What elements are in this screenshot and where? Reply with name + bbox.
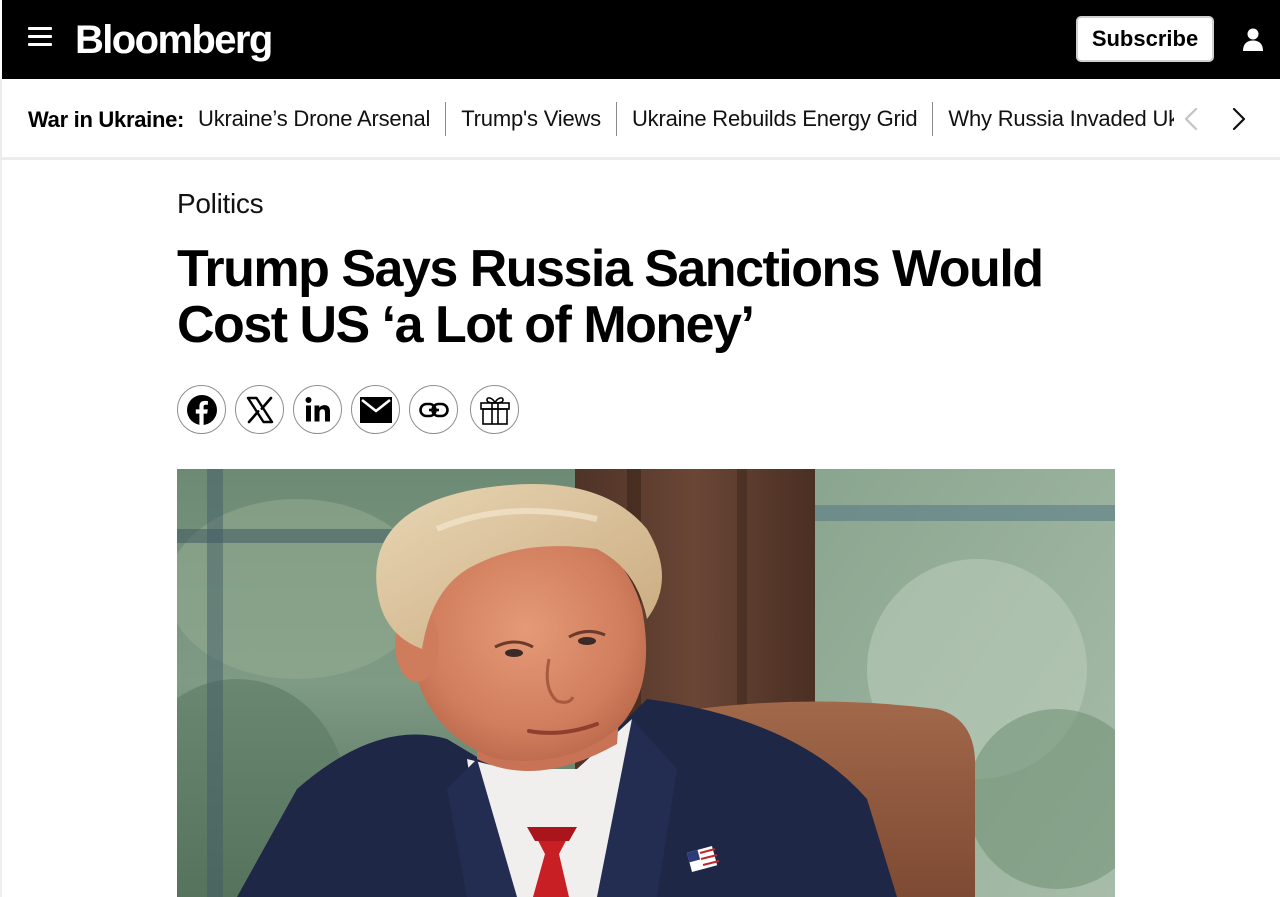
topic-link-trumps-views[interactable]: Trump's Views: [445, 102, 616, 136]
headline-line-2: Cost US ‘a Lot of Money’: [177, 296, 755, 354]
top-bar: Bloomberg Subscribe: [0, 0, 1280, 79]
menu-icon[interactable]: [28, 27, 52, 51]
topic-nav: War in Ukraine: Ukraine’s Drone Arsenal T…: [0, 79, 1280, 160]
hero-image: [177, 469, 1115, 897]
user-icon[interactable]: [1240, 26, 1266, 52]
topic-link-why-russia-invaded[interactable]: Why Russia Invaded Ukraine: [932, 102, 1174, 136]
share-facebook-button[interactable]: [177, 385, 226, 434]
share-x-button[interactable]: [235, 385, 284, 434]
copy-link-button[interactable]: [409, 385, 458, 434]
gift-icon: [479, 396, 510, 425]
bloomberg-logo[interactable]: Bloomberg: [75, 14, 273, 66]
share-email-button[interactable]: [351, 385, 400, 434]
section-kicker[interactable]: Politics: [177, 186, 264, 222]
portrait-photo: [177, 469, 1115, 897]
page-edge-rule: [0, 160, 2, 897]
headline: Trump Says Russia Sanctions Would Cost U…: [177, 241, 1097, 353]
topic-label: War in Ukraine:: [28, 107, 185, 132]
topic-link-energy-grid[interactable]: Ukraine Rebuilds Energy Grid: [615, 102, 932, 136]
x-icon: [246, 396, 273, 423]
share-linkedin-button[interactable]: [293, 385, 342, 434]
chevron-left-icon[interactable]: [1182, 106, 1200, 132]
subscribe-button[interactable]: Subscribe: [1076, 16, 1214, 62]
headline-line-1: Trump Says Russia Sanctions Would: [177, 240, 1044, 298]
gift-article-button[interactable]: [470, 385, 519, 434]
email-icon: [359, 396, 392, 423]
link-icon: [418, 402, 449, 417]
chevron-right-icon[interactable]: [1230, 106, 1248, 132]
topic-link-drone-arsenal[interactable]: Ukraine’s Drone Arsenal: [198, 102, 445, 136]
topic-links: Ukraine’s Drone Arsenal Trump's Views Ukra…: [198, 102, 1174, 136]
linkedin-icon: [305, 396, 330, 421]
facebook-icon: [186, 394, 217, 425]
